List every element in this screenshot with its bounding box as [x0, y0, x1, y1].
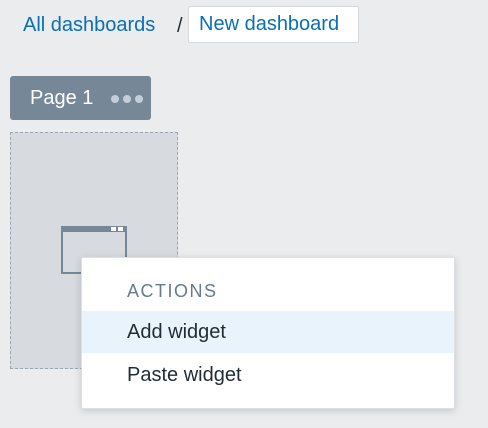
- dot: [135, 95, 143, 103]
- window-control: [118, 227, 123, 231]
- window-control: [111, 227, 116, 231]
- all-dashboards-link[interactable]: All dashboards: [23, 13, 155, 37]
- dot: [123, 95, 131, 103]
- breadcrumb: All dashboards / New dashboard: [0, 0, 488, 48]
- dashboard-title-field[interactable]: New dashboard: [188, 6, 359, 43]
- breadcrumb-separator: /: [177, 15, 183, 37]
- page-tab[interactable]: Page 1: [10, 76, 151, 120]
- context-menu: ACTIONS Add widget Paste widget: [81, 257, 455, 409]
- add-widget-menu-item[interactable]: Add widget: [82, 311, 454, 353]
- dot: [111, 95, 119, 103]
- paste-widget-menu-item[interactable]: Paste widget: [82, 354, 454, 396]
- page-tab-label: Page 1: [30, 87, 94, 109]
- menu-heading: ACTIONS: [127, 281, 218, 301]
- more-horizontal-icon[interactable]: [111, 95, 143, 103]
